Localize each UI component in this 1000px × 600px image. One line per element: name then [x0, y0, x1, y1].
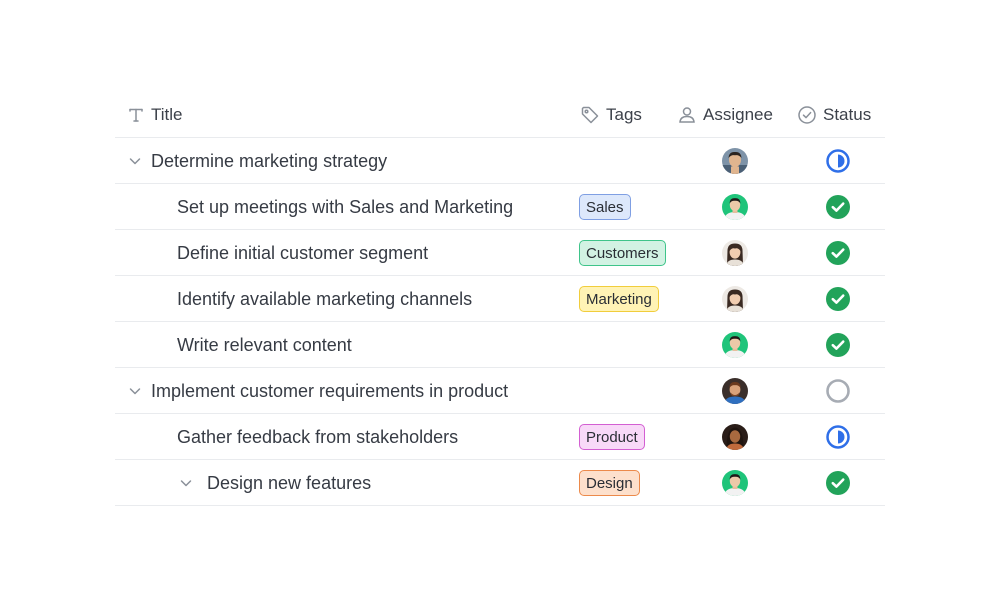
tag-product[interactable]: Product	[579, 424, 645, 450]
table-row[interactable]: Determine marketing strategy	[115, 138, 885, 184]
tag-sales[interactable]: Sales	[579, 194, 631, 220]
column-header-status-label: Status	[823, 105, 872, 124]
avatar[interactable]	[722, 424, 748, 450]
tag-customers[interactable]: Customers	[579, 240, 666, 266]
task-title[interactable]: Write relevant content	[177, 322, 352, 368]
avatar[interactable]	[722, 194, 748, 220]
table-row[interactable]: Gather feedback from stakeholders Produc…	[115, 414, 885, 460]
text-icon	[129, 108, 143, 122]
status-in-progress-icon[interactable]	[825, 424, 851, 450]
avatar[interactable]	[722, 332, 748, 358]
check-circle-icon	[798, 106, 816, 124]
chevron-down-icon[interactable]	[178, 475, 194, 491]
table-row[interactable]: Define initial customer segment Customer…	[115, 230, 885, 276]
table-row[interactable]: Set up meetings with Sales and Marketing…	[115, 184, 885, 230]
column-header-tags-label: Tags	[606, 105, 642, 124]
person-icon	[679, 107, 695, 123]
status-done-icon[interactable]	[825, 240, 851, 266]
avatar[interactable]	[722, 470, 748, 496]
task-title[interactable]: Determine marketing strategy	[151, 138, 387, 184]
status-done-icon[interactable]	[825, 194, 851, 220]
status-done-icon[interactable]	[825, 470, 851, 496]
task-title[interactable]: Set up meetings with Sales and Marketing	[177, 184, 513, 230]
avatar[interactable]	[722, 240, 748, 266]
table-row[interactable]: Design new features Design	[115, 460, 885, 506]
avatar[interactable]	[722, 148, 748, 174]
chevron-down-icon[interactable]	[127, 383, 143, 399]
tag-marketing[interactable]: Marketing	[579, 286, 659, 312]
column-header-title-label: Title	[151, 105, 183, 124]
column-header-title[interactable]: Title	[127, 92, 183, 138]
table-row[interactable]: Write relevant content	[115, 322, 885, 368]
task-title[interactable]: Identify available marketing channels	[177, 276, 472, 322]
status-todo-icon[interactable]	[825, 378, 851, 404]
table-row[interactable]: Identify available marketing channels Ma…	[115, 276, 885, 322]
task-title[interactable]: Design new features	[207, 460, 371, 506]
chevron-down-icon[interactable]	[127, 153, 143, 169]
table-row[interactable]: Implement customer requirements in produ…	[115, 368, 885, 414]
status-done-icon[interactable]	[825, 286, 851, 312]
tag-design[interactable]: Design	[579, 470, 640, 496]
avatar[interactable]	[722, 378, 748, 404]
task-title[interactable]: Implement customer requirements in produ…	[151, 368, 508, 414]
avatar[interactable]	[722, 286, 748, 312]
task-title[interactable]: Define initial customer segment	[177, 230, 428, 276]
column-header-status[interactable]: Status	[797, 92, 871, 138]
tag-icon	[581, 106, 599, 124]
status-done-icon[interactable]	[825, 332, 851, 358]
task-table: Title Tags Assignee Status Determine mar…	[115, 92, 885, 506]
column-header-assignee-label: Assignee	[703, 105, 773, 124]
column-header-assignee[interactable]: Assignee	[677, 92, 773, 138]
status-in-progress-icon[interactable]	[825, 148, 851, 174]
task-title[interactable]: Gather feedback from stakeholders	[177, 414, 458, 460]
table-header: Title Tags Assignee Status	[115, 92, 885, 138]
column-header-tags[interactable]: Tags	[580, 92, 642, 138]
